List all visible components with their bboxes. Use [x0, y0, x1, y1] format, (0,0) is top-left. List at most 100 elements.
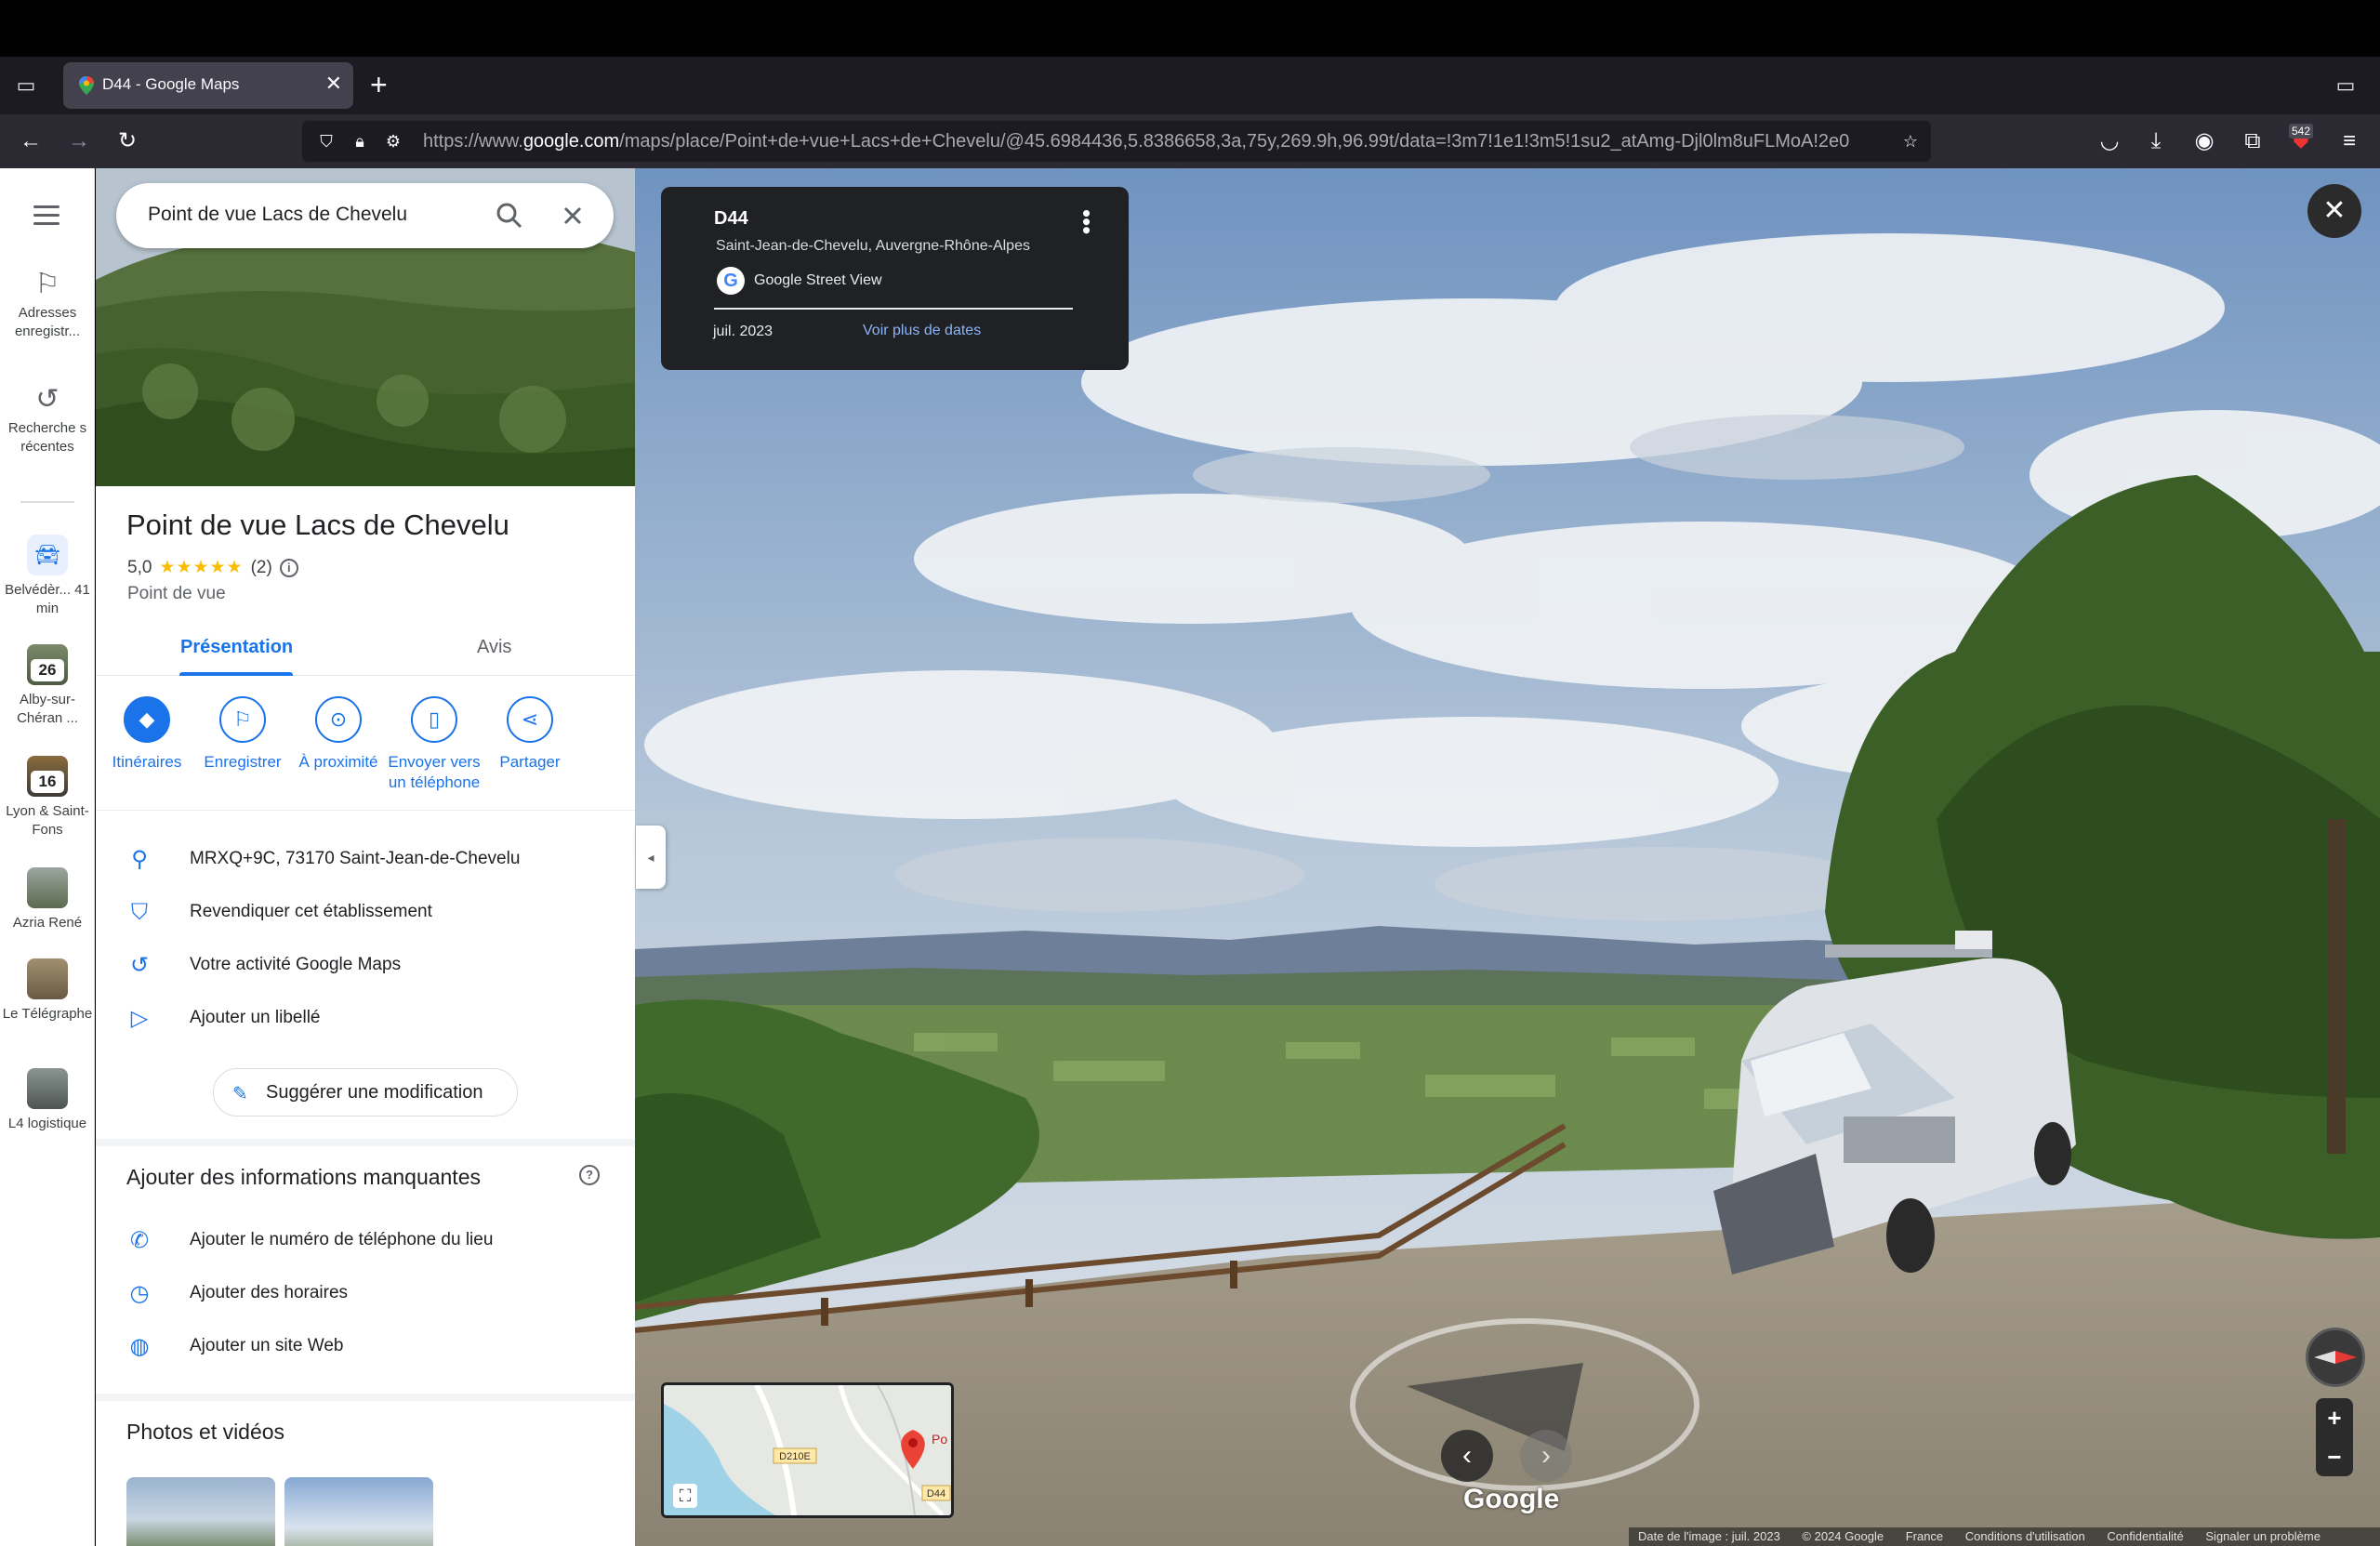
share-icon: ⋖: [507, 696, 553, 743]
search-box[interactable]: Point de vue Lacs de Chevelu: [116, 183, 614, 248]
navigation-bar: ← → ↻ ⛉ 🔒︎ ⚙ https://www.google.com/maps…: [0, 114, 2380, 168]
share-button[interactable]: ⋖ Partager: [479, 696, 581, 773]
recent-item[interactable]: Azria René: [0, 867, 95, 932]
close-tab-icon[interactable]: ✕: [325, 73, 342, 94]
review-count[interactable]: (2): [251, 558, 272, 578]
menu-icon[interactable]: ≡: [2335, 127, 2363, 155]
photo-thumbnail[interactable]: [126, 1477, 275, 1546]
bookmark-star-icon[interactable]: ☆: [1899, 130, 1922, 152]
recent-thumbnail: 16: [27, 756, 68, 797]
recent-item[interactable]: L4 logistique: [0, 1068, 95, 1133]
claim-business-row[interactable]: ⛉ Revendiquer cet établissement: [96, 886, 635, 938]
verified-shield-icon: ⛉: [131, 900, 148, 925]
rating-row[interactable]: 5,0 ★★★★★ (2) i: [127, 557, 298, 578]
recent-item-label: L4 logistique: [7, 1116, 87, 1131]
collapse-panel-button[interactable]: ◂: [636, 826, 666, 889]
url-bar[interactable]: ⛉ 🔒︎ ⚙ https://www.google.com/maps/place…: [302, 121, 1931, 162]
browser-tab[interactable]: D44 - Google Maps ✕: [63, 62, 353, 109]
account-icon[interactable]: ◉: [2190, 127, 2218, 155]
nearby-label: À proximité: [298, 753, 378, 771]
help-icon[interactable]: ?: [579, 1165, 600, 1185]
minimap[interactable]: D210E D44 Po La ⛶: [661, 1382, 954, 1518]
zoom-in-button[interactable]: +: [2316, 1398, 2353, 1437]
provider-label: Google Street View: [754, 272, 882, 288]
search-input[interactable]: Point de vue Lacs de Chevelu: [148, 204, 407, 226]
bookmark-icon: ⚐: [219, 696, 266, 743]
globe-icon: ◍: [129, 1334, 150, 1359]
image-date: Date de l'image : juil. 2023: [1638, 1529, 1780, 1543]
section-divider: [96, 810, 635, 811]
url-text[interactable]: https://www.google.com/maps/place/Point+…: [423, 131, 1883, 152]
extension-badge: 542: [2289, 124, 2314, 139]
road-name: D44: [714, 208, 748, 229]
add-website-row[interactable]: ◍ Ajouter un site Web: [96, 1320, 635, 1372]
place-tabs: Présentation Avis: [96, 618, 635, 676]
street-view-info-card: D44 Saint-Jean-de-Chevelu, Auvergne-Rhôn…: [661, 187, 1129, 370]
downloads-icon[interactable]: ⤓: [2142, 127, 2170, 155]
place-title: Point de vue Lacs de Chevelu: [126, 509, 509, 541]
hamburger-menu-icon[interactable]: [33, 205, 60, 231]
permissions-icon[interactable]: ⚙: [382, 130, 404, 152]
directions-button[interactable]: ◆ Itinéraires: [96, 696, 198, 773]
info-icon[interactable]: i: [279, 558, 298, 577]
lock-icon[interactable]: 🔒︎: [349, 130, 371, 152]
previous-image-button[interactable]: ‹: [1441, 1430, 1493, 1482]
address-row[interactable]: ⚲ MRXQ+9C, 73170 Saint-Jean-de-Chevelu: [96, 833, 635, 885]
terms-link[interactable]: Conditions d'utilisation: [1965, 1527, 2085, 1546]
add-label-row[interactable]: ▷ Ajouter un libellé: [96, 992, 635, 1044]
maps-left-rail: ⚐ Adresses enregistr... ↺ Recherche s ré…: [0, 168, 95, 1546]
search-icon[interactable]: [495, 201, 524, 231]
nearby-button[interactable]: ⊙ À proximité: [287, 696, 390, 773]
compass-control[interactable]: [2306, 1328, 2365, 1387]
active-tab-indicator: [179, 672, 293, 676]
privacy-link[interactable]: Confidentialité: [2107, 1527, 2183, 1546]
recent-item[interactable]: Le Télégraphe: [0, 958, 95, 1024]
recent-item[interactable]: 16 Lyon & Saint-Fons: [0, 756, 95, 839]
more-options-icon[interactable]: •••: [1073, 209, 1101, 234]
place-type[interactable]: Point de vue: [127, 584, 226, 604]
close-street-view-button[interactable]: ✕: [2307, 184, 2361, 238]
recent-searches-button[interactable]: ↺ Recherche s récentes: [0, 384, 95, 456]
reload-icon[interactable]: ↻: [113, 127, 141, 155]
card-divider: [714, 308, 1073, 310]
folder-icon[interactable]: ▭: [2334, 73, 2358, 98]
send-to-phone-button[interactable]: ▯ Envoyer vers un téléphone: [383, 696, 485, 793]
recent-item-label: Alby-sur-Chéran ...: [17, 692, 78, 726]
forward-icon[interactable]: →: [65, 127, 93, 155]
extensions-icon[interactable]: ⧉: [2239, 127, 2267, 155]
tracking-shield-icon[interactable]: ⛉: [315, 130, 337, 152]
back-icon[interactable]: ←: [17, 127, 45, 155]
report-link[interactable]: Signaler un problème: [2205, 1527, 2320, 1546]
next-image-button[interactable]: ›: [1520, 1430, 1572, 1482]
recent-thumbnail: [27, 958, 68, 999]
expand-minimap-icon[interactable]: ⛶: [673, 1484, 697, 1508]
recent-item[interactable]: 26 Alby-sur-Chéran ...: [0, 644, 95, 728]
save-button[interactable]: ⚐ Enregistrer: [192, 696, 294, 773]
clear-search-icon[interactable]: [558, 201, 588, 231]
history-icon: ↺: [35, 384, 60, 415]
missing-info-title: Ajouter des informations manquantes: [126, 1165, 481, 1189]
street-view-panorama[interactable]: [635, 168, 2380, 1546]
rail-divider: [20, 501, 74, 503]
copyright: © 2024 Google: [1802, 1529, 1884, 1543]
add-hours-row[interactable]: ◷ Ajouter des horaires: [96, 1267, 635, 1319]
new-tab-button[interactable]: +: [370, 70, 388, 99]
saved-places-button[interactable]: ⚐ Adresses enregistr...: [0, 269, 95, 341]
zoom-out-button[interactable]: −: [2316, 1437, 2353, 1476]
pocket-icon[interactable]: ◡: [2096, 127, 2123, 155]
photo-thumbnail[interactable]: [284, 1477, 433, 1546]
route-number-badge: 26: [31, 659, 64, 681]
tab-overview[interactable]: Présentation: [180, 637, 293, 658]
label-icon: ▷: [130, 1006, 149, 1031]
more-dates-link[interactable]: Voir plus de dates: [863, 323, 981, 339]
maps-activity-row[interactable]: ↺ Votre activité Google Maps: [96, 939, 635, 991]
tab-overview-icon[interactable]: ▭: [14, 73, 38, 98]
directions-icon: ◆: [124, 696, 170, 743]
nearby-icon: ⊙: [315, 696, 362, 743]
recent-item[interactable]: 🚘︎ Belvédèr... 41 min: [0, 535, 95, 618]
add-phone-row[interactable]: ✆ Ajouter le numéro de téléphone du lieu: [96, 1214, 635, 1266]
google-g-icon: G: [717, 267, 745, 295]
country-link[interactable]: France: [1906, 1527, 1943, 1546]
tab-reviews[interactable]: Avis: [477, 637, 511, 658]
suggest-edit-button[interactable]: ✎ Suggérer une modification: [213, 1068, 518, 1117]
